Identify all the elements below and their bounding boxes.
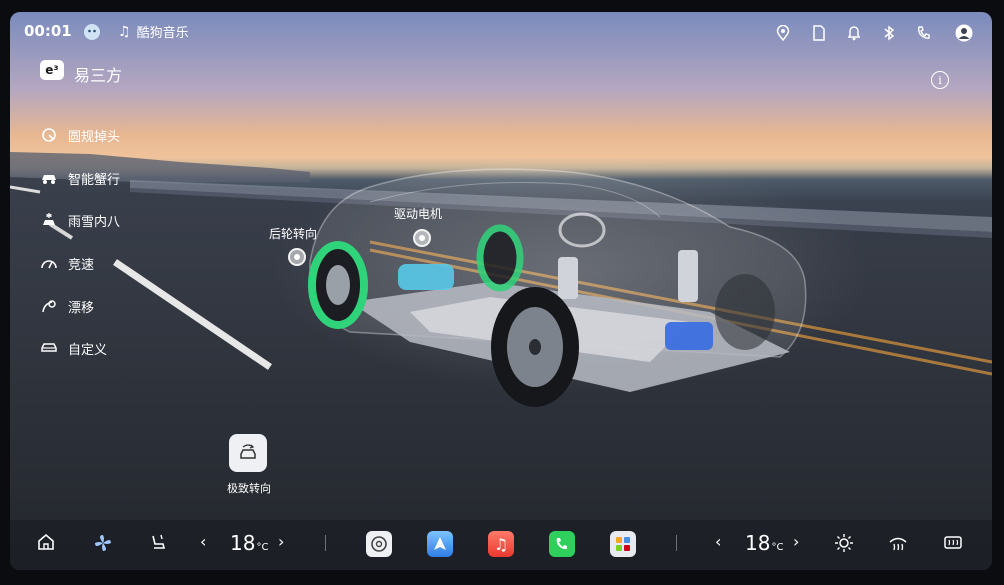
car-turn-icon	[240, 444, 256, 459]
media-app-label: 酷狗音乐	[136, 26, 189, 41]
media-now-playing[interactable]: ♫ 酷狗音乐	[118, 22, 189, 42]
menu-item-drift[interactable]: 漂移	[40, 295, 94, 317]
navigation-app-icon[interactable]	[427, 531, 453, 557]
music-note-icon: ♫	[118, 23, 131, 40]
front-defrost-icon[interactable]	[888, 533, 908, 551]
seat-icon[interactable]	[149, 533, 167, 551]
dock-divider	[676, 535, 677, 551]
left-temp-decrease-chevron-left-icon[interactable]: ‹	[200, 532, 206, 551]
car-custom-icon	[40, 339, 58, 357]
fan-icon[interactable]	[93, 533, 113, 553]
vehicle-scene	[10, 152, 992, 570]
extreme-turn-label: 极致转向	[227, 482, 271, 495]
menu-item-label: 漂移	[68, 300, 95, 316]
left-temp-increase-chevron-right-icon[interactable]: ›	[278, 532, 284, 551]
home-icon[interactable]	[37, 533, 55, 551]
right-temp-value: 18	[745, 531, 771, 555]
brightness-icon[interactable]	[834, 533, 854, 553]
app-title: 易三方	[74, 66, 123, 85]
location-icon[interactable]	[774, 24, 792, 42]
menu-item-custom[interactable]: 自定义	[40, 337, 107, 359]
left-temperature[interactable]: 18 °C	[230, 531, 268, 555]
menu-item-label: 智能蟹行	[68, 172, 121, 188]
assistant-icon[interactable]	[83, 23, 101, 41]
app-grid-icon[interactable]	[610, 531, 636, 557]
extreme-turn-button[interactable]	[229, 434, 267, 472]
u-turn-icon	[40, 126, 58, 144]
right-temp-decrease-chevron-left-icon[interactable]: ‹	[715, 532, 721, 551]
rear-defrost-icon[interactable]	[943, 533, 963, 551]
right-temp-increase-chevron-right-icon[interactable]: ›	[793, 532, 799, 551]
left-temp-value: 18	[230, 531, 256, 555]
right-temperature[interactable]: 18 °C	[745, 531, 783, 555]
rear-steering-label: 后轮转向	[269, 227, 318, 241]
steering-wheel-app-icon[interactable]	[366, 531, 392, 557]
drift-icon	[40, 297, 58, 315]
rear-steering-hotspot[interactable]	[288, 248, 306, 266]
phone-call-icon[interactable]	[915, 24, 933, 42]
menu-item-label: 自定义	[68, 342, 108, 358]
drive-motor-hotspot[interactable]	[413, 229, 431, 247]
menu-item-label: 雨雪内八	[68, 214, 121, 230]
left-temp-unit: °C	[256, 542, 269, 553]
speedometer-icon	[40, 254, 58, 272]
menu-item-racing[interactable]: 竞速	[40, 252, 94, 274]
music-app-icon[interactable]: ♫	[488, 531, 514, 557]
phone-app-icon[interactable]	[549, 531, 575, 557]
menu-item-label: 圆规掉头	[68, 129, 121, 145]
drive-motor-label: 驱动电机	[394, 207, 443, 221]
dock-divider	[325, 535, 326, 551]
menu-item-snow[interactable]: 雨雪内八	[40, 209, 120, 231]
menu-item-crab-walk[interactable]: 智能蟹行	[40, 167, 120, 189]
bell-icon[interactable]	[845, 24, 863, 42]
user-avatar-icon[interactable]	[955, 24, 973, 42]
bluetooth-icon[interactable]	[880, 24, 898, 42]
info-icon[interactable]: i	[931, 71, 949, 89]
infotainment-screen: 00:01 ♫ 酷狗音乐 e³ 易三方 i 圆规掉头 智能蟹行 雨雪内八 竞速 …	[10, 12, 992, 570]
sim-card-icon[interactable]	[810, 24, 828, 42]
crab-walk-icon	[40, 169, 58, 187]
clock: 00:01	[24, 22, 72, 40]
right-temp-unit: °C	[771, 542, 784, 553]
snow-icon	[40, 211, 58, 229]
menu-item-u-turn[interactable]: 圆规掉头	[40, 124, 120, 146]
menu-item-label: 竞速	[68, 257, 95, 273]
app-logo: e³	[40, 60, 64, 80]
